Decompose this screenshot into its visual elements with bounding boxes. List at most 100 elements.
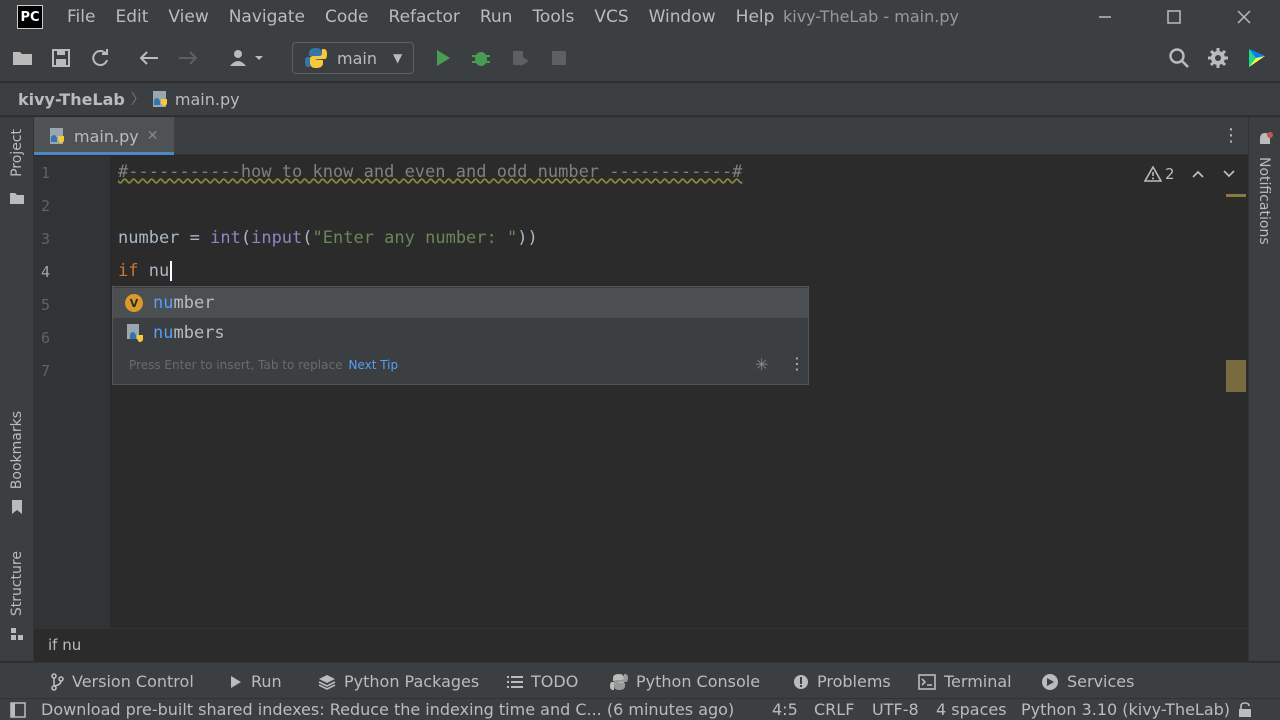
close-tab-icon[interactable]: ✕ <box>147 128 159 144</box>
text-cursor <box>170 261 173 281</box>
python-interpreter[interactable]: Python 3.10 (kivy-TheLab) <box>1021 700 1230 719</box>
python-file-icon <box>50 128 64 144</box>
completion-rest: mber <box>173 293 215 313</box>
menu-window[interactable]: Window <box>649 7 716 27</box>
python-icon <box>610 673 628 690</box>
jetbrains-ai-button[interactable] <box>1245 46 1269 70</box>
line-number: 5 <box>41 296 51 314</box>
debug-button[interactable] <box>469 46 493 70</box>
code-token: nu <box>138 261 170 281</box>
structure-tool-button[interactable]: Structure <box>9 551 25 616</box>
search-everywhere-button[interactable] <box>1167 46 1191 70</box>
line-number: 2 <box>41 197 51 215</box>
layout-toggle-icon[interactable] <box>10 702 26 718</box>
vcs-user-button[interactable] <box>226 46 266 70</box>
indent-setting[interactable]: 4 spaces <box>936 700 1007 719</box>
tool-services[interactable]: Services <box>1041 672 1134 691</box>
main-toolbar: main ▼ <box>0 34 1280 82</box>
breadcrumb-project[interactable]: kivy-TheLab <box>18 90 125 109</box>
tool-version-control[interactable]: Version Control <box>50 672 194 691</box>
python-icon <box>305 48 327 68</box>
code-with-me-icon <box>1249 49 1265 67</box>
completion-item[interactable]: V nu mber <box>113 288 808 318</box>
stop-icon <box>552 51 566 65</box>
close-button[interactable] <box>1231 4 1257 30</box>
lock-icon[interactable] <box>1238 702 1252 718</box>
pycharm-logo: PC <box>17 5 43 29</box>
run-config-label: main <box>337 48 377 68</box>
code-token: ( <box>240 228 252 248</box>
keyword-token: if <box>118 261 139 281</box>
maximize-button[interactable] <box>1161 4 1187 30</box>
code-editor[interactable]: 1 2 3 4 5 6 7 #-----------how to know an… <box>34 156 1248 628</box>
tool-label: TODO <box>531 672 579 691</box>
synchronize-button[interactable] <box>88 46 112 70</box>
run-configuration-selector[interactable]: main ▼ <box>292 42 414 74</box>
bookmarks-tool-button[interactable]: Bookmarks <box>9 411 25 489</box>
file-encoding[interactable]: UTF-8 <box>872 700 919 719</box>
inspection-widget[interactable]: 2 <box>1144 165 1236 183</box>
run-with-coverage-button[interactable] <box>508 46 532 70</box>
menu-edit[interactable]: Edit <box>115 7 148 27</box>
more-options-icon[interactable]: ⋮ <box>789 354 805 373</box>
menu-view[interactable]: View <box>168 7 208 27</box>
settings-button[interactable] <box>1206 46 1230 70</box>
save-all-button[interactable] <box>49 46 73 70</box>
breadcrumb: kivy-TheLab 〉 main.py <box>0 83 1280 116</box>
notifications-tool-button[interactable]: Notifications <box>1256 157 1272 245</box>
completion-hint: Press Enter to insert, Tab to replace Nex… <box>129 358 398 372</box>
builtin-token: input <box>251 228 303 248</box>
menu-run[interactable]: Run <box>480 7 513 27</box>
minimize-icon <box>1099 16 1111 18</box>
left-tool-strip: Project Bookmarks Structure <box>0 117 34 661</box>
main-menu: File Edit View Navigate Code Refactor Ru… <box>67 7 794 27</box>
play-icon <box>437 50 450 66</box>
forward-button[interactable] <box>176 46 200 70</box>
menu-tools[interactable]: Tools <box>532 7 574 27</box>
open-folder-button[interactable] <box>11 46 35 70</box>
run-button[interactable] <box>431 46 455 70</box>
coverage-icon <box>513 51 529 66</box>
tool-python-packages[interactable]: Python Packages <box>318 672 479 691</box>
tool-label: Terminal <box>944 672 1012 691</box>
menu-code[interactable]: Code <box>325 7 369 27</box>
tab-main-py[interactable]: main.py ✕ <box>34 117 174 155</box>
python-file-icon <box>152 91 167 107</box>
tool-run[interactable]: Run <box>229 672 282 691</box>
tool-label: Services <box>1067 672 1135 691</box>
menu-vcs[interactable]: VCS <box>594 7 628 27</box>
completion-item[interactable]: nu mbers <box>113 318 808 348</box>
branch-icon <box>51 672 64 691</box>
stop-button[interactable] <box>547 46 571 70</box>
tool-python-console[interactable]: Python Console <box>610 672 760 691</box>
back-button[interactable] <box>137 46 161 70</box>
editor-tabs: main.py ✕ ⋮ <box>34 117 1248 155</box>
user-icon <box>230 50 263 66</box>
code-line-4: if nu <box>118 261 173 281</box>
python-module-icon <box>127 324 143 342</box>
more-options-icon[interactable]: ⋮ <box>1222 125 1240 146</box>
breadcrumb-file[interactable]: main.py <box>175 90 240 109</box>
warning-icon <box>1144 166 1162 182</box>
maximize-icon <box>1167 10 1181 24</box>
chevron-up-icon[interactable] <box>1191 169 1205 179</box>
next-tip-link[interactable]: Next Tip <box>348 358 398 372</box>
menu-refactor[interactable]: Refactor <box>389 7 460 27</box>
structure-icon <box>11 628 23 640</box>
line-number: 7 <box>41 362 51 380</box>
minimize-button[interactable] <box>1092 4 1118 30</box>
menu-help[interactable]: Help <box>736 7 775 27</box>
status-message[interactable]: Download pre-built shared indexes: Reduc… <box>41 700 734 719</box>
problems-icon <box>794 674 808 689</box>
tool-problems[interactable]: Problems <box>793 672 891 691</box>
chevron-down-icon[interactable] <box>1222 169 1236 179</box>
scrollbar-thumb[interactable] <box>1226 360 1246 392</box>
tool-todo[interactable]: TODO <box>507 672 578 691</box>
project-tool-button[interactable]: Project <box>9 129 25 177</box>
menu-file[interactable]: File <box>67 7 95 27</box>
gear-icon <box>1208 48 1228 68</box>
menu-navigate[interactable]: Navigate <box>229 7 305 27</box>
line-separator[interactable]: CRLF <box>814 700 854 719</box>
tool-terminal[interactable]: Terminal <box>918 672 1012 691</box>
caret-position[interactable]: 4:5 <box>772 700 798 719</box>
